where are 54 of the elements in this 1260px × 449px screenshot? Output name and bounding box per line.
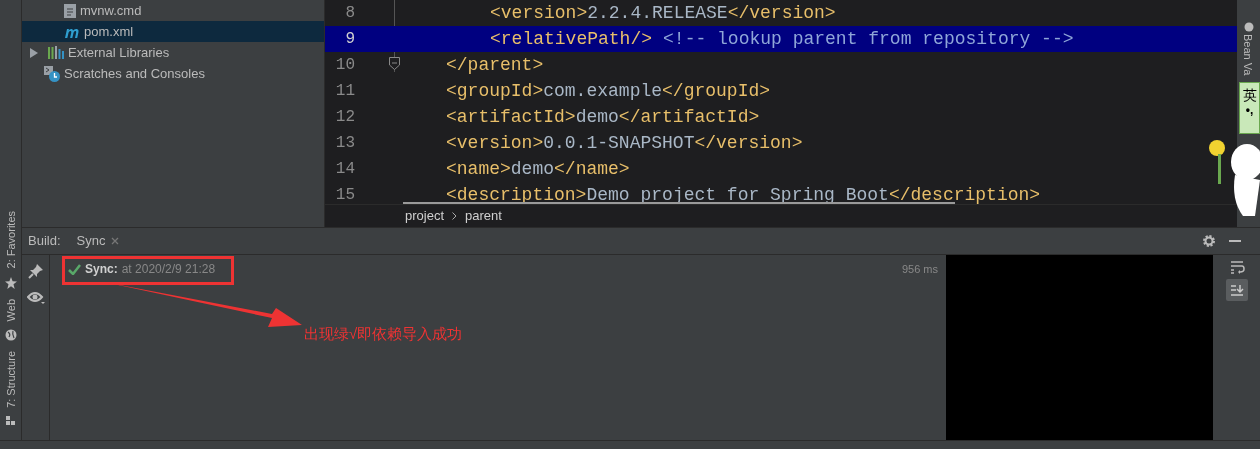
line-number: 10 [334, 55, 355, 76]
sync-tab[interactable]: Sync [74, 231, 122, 251]
settings-icon[interactable] [1202, 234, 1216, 248]
scrollbar-thumb[interactable] [403, 202, 955, 205]
close-icon [111, 237, 120, 245]
chevron-icon [452, 212, 458, 221]
code-line: <groupId>com.example</groupId> [446, 83, 771, 99]
tree-item[interactable]: pom.xml [22, 21, 324, 42]
tree-item[interactable]: External Libraries [22, 42, 324, 63]
ime-punctuation: •, [1245, 103, 1254, 117]
line-number: 15 [334, 185, 355, 205]
code-line: <version>2.2.4.RELEASE</version> [490, 5, 836, 21]
line-number: 9 [344, 29, 355, 50]
task-time: at 2020/2/9 21:28 [121, 261, 216, 278]
code-line: <version>0.0.1-SNAPSHOT</version> [446, 135, 803, 151]
line-number: 11 [334, 81, 355, 102]
tool-window-tab[interactable]: Bean Va [1242, 34, 1254, 76]
line-number: 8 [344, 3, 355, 24]
globe-icon [4, 329, 17, 342]
tree-item[interactable]: Scratches and Consoles [22, 63, 324, 84]
scroll-to-end-button[interactable] [1225, 279, 1248, 301]
breadcrumb[interactable]: parent [465, 206, 502, 226]
panel-title: Build: [28, 232, 61, 251]
check-icon [68, 263, 81, 275]
fold-icon [389, 57, 400, 70]
duration: 956 ms [901, 261, 938, 277]
code-line: <name>demo</name> [446, 161, 630, 177]
expand-arrow-icon [30, 47, 38, 58]
structure-icon [5, 416, 16, 426]
code-line: <artifactId>demo</artifactId> [446, 109, 760, 125]
line-number: 12 [334, 107, 355, 128]
eye-icon[interactable] [26, 291, 45, 305]
file-icon [64, 3, 76, 18]
breadcrumb[interactable]: project [405, 206, 445, 226]
tool-window-tab[interactable]: Web [4, 298, 17, 322]
bean-icon [1244, 22, 1254, 32]
pin-icon[interactable] [27, 263, 44, 279]
tree-item[interactable]: mvnw.cmd [22, 0, 324, 21]
code-line: <relativePath/> <!-- lookup parent from repository --> [490, 31, 1074, 47]
annotation-text: 出现绿√即依赖导入成功 [304, 324, 463, 344]
line-number: 13 [334, 133, 355, 154]
scratches-icon [44, 65, 60, 82]
star-icon [4, 276, 17, 289]
tool-window-tab[interactable]: 7: Structure [4, 351, 17, 408]
ime-badge[interactable]: 英 •, [1239, 82, 1260, 134]
tool-window-tab[interactable]: 2: Favorites [4, 211, 17, 269]
ime-mode: 英 [1242, 87, 1257, 103]
libraries-icon [48, 46, 64, 59]
code-line: <description>Demo project for Spring Boot</description> [446, 187, 1041, 203]
task-name: Sync: [85, 261, 118, 278]
code-line: </parent> [446, 57, 544, 73]
line-number: 14 [334, 159, 355, 180]
scroll-to-end-icon [1229, 283, 1244, 297]
wrap-icon[interactable] [1228, 259, 1245, 275]
